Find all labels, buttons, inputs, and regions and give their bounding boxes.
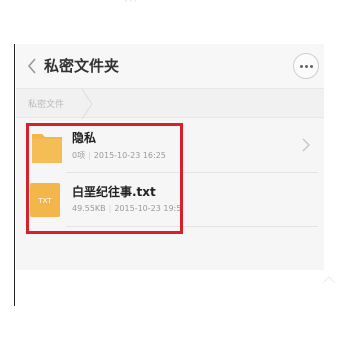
breadcrumb: 私密文件 xyxy=(16,88,324,119)
breadcrumb-item[interactable]: 私密文件 xyxy=(28,97,64,110)
title-bar: 私密文件夹 xyxy=(16,44,324,88)
screenshot-stage: ··· 私密文件夹 私密文件 隐私 0项 | 2015-10-23 16:25 … xyxy=(0,0,340,350)
faded-chevron-up-icon xyxy=(322,276,336,284)
highlight-box xyxy=(26,123,183,234)
more-dots-icon xyxy=(305,65,308,68)
chevron-right-icon xyxy=(302,138,310,152)
more-button[interactable] xyxy=(293,53,319,79)
page-title: 私密文件夹 xyxy=(44,57,120,75)
divider-line xyxy=(14,44,15,306)
more-dots-icon xyxy=(310,65,313,68)
breadcrumb-chevron-icon xyxy=(81,89,93,119)
chevron-left-icon[interactable] xyxy=(26,56,38,76)
faded-dots: ··· xyxy=(124,0,139,8)
more-dots-icon xyxy=(300,65,303,68)
